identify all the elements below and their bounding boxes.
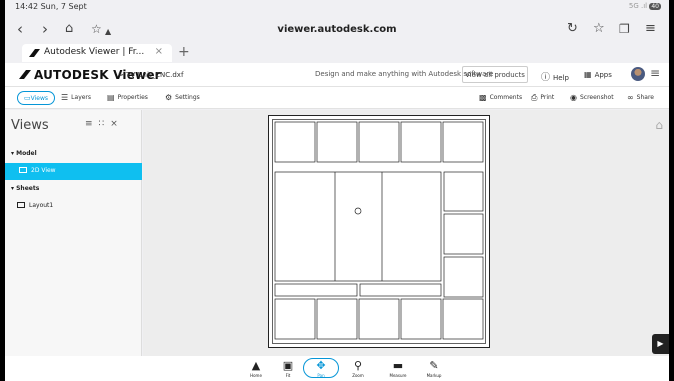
gear-icon: ⚙ — [165, 93, 173, 102]
drawing-canvas[interactable]: ⌂ — [143, 110, 669, 356]
pan-button[interactable]: ✥ Pan — [303, 358, 339, 378]
battery-icon: 40 — [649, 3, 661, 10]
ruler-icon: ▬ — [392, 359, 404, 372]
views-icon: ▭ — [24, 94, 31, 102]
status-bar: 14:42 Sun, 7 Sept 5G .ıl 40 — [5, 0, 669, 14]
measure-button[interactable]: ▬ Measure — [378, 359, 418, 378]
tree-item-layout1[interactable]: Layout1 — [17, 202, 53, 209]
close-icon[interactable]: × — [110, 119, 124, 129]
autodesk-tab-icon — [29, 49, 40, 57]
sheet-icon — [19, 167, 27, 173]
panel-tools: ≡∷× — [85, 119, 124, 129]
markup-button[interactable]: ✎ Markup — [414, 359, 454, 378]
settings-button[interactable]: ⚙ Settings — [165, 93, 200, 102]
megaphone-icon: ▶ — [657, 339, 664, 348]
browser-menu-icon[interactable]: ≡ — [645, 20, 656, 38]
pen-icon: ✎ — [429, 359, 439, 372]
views-panel: Views ≡∷× ▾ Model 2D View ▾ Sheets Layou… — [5, 110, 142, 356]
screen: 14:42 Sun, 7 Sept 5G .ıl 40 ‹ › ⌂ ☆ ▲ vi… — [5, 0, 669, 381]
fit-button[interactable]: ▣ Fit — [268, 359, 308, 378]
pan-icon: ✥ — [316, 359, 326, 372]
feedback-button[interactable]: ▶ — [652, 334, 669, 354]
home-icon: ▲ — [251, 359, 261, 372]
app-header: AUTODESK Viewer > TV Unit_CNC.dxf Design… — [5, 63, 669, 87]
avatar[interactable] — [631, 67, 645, 81]
autodesk-logo-icon — [19, 70, 31, 79]
navigation-toolbar: ▲ Home ▣ Fit ✥ Pan ⚲ Zoom ▬ Measure ✎ Markup — [5, 356, 669, 381]
apps-grid-icon: ▦ — [584, 70, 592, 79]
tree-item-model[interactable]: ▾ Model — [11, 150, 37, 157]
magnifier-icon: ⚲ — [353, 359, 363, 372]
link-icon: ∞ — [627, 93, 634, 102]
printer-icon: ⎙ — [531, 93, 538, 102]
print-button[interactable]: ⎙ Print — [531, 93, 554, 103]
new-tab-button[interactable]: + — [178, 44, 190, 60]
view-all-products-button[interactable]: View all products — [462, 66, 528, 83]
browser-url-bar: ‹ › ⌂ ☆ ▲ viewer.autodesk.com ↻ ☆ ❐ ≡ — [5, 18, 669, 42]
reload-icon[interactable]: ↻ — [567, 20, 578, 38]
sheet-icon — [17, 202, 25, 208]
viewer-toolbar: ▭Views ☰ Layers ▤ Properties ⚙ Settings ▩ Co… — [5, 87, 669, 109]
layers-button[interactable]: ☰ Layers — [61, 93, 91, 102]
properties-button[interactable]: ▤ Properties — [107, 93, 148, 102]
share-button[interactable]: ∞ Share — [627, 93, 654, 102]
tabs-icon[interactable]: ❐ — [619, 20, 630, 38]
status-signal: 5G .ıl 40 — [628, 2, 661, 10]
grid-view-icon[interactable]: ∷ — [99, 119, 111, 129]
fit-icon: ▣ — [282, 359, 294, 372]
tv-unit-drawing[interactable] — [268, 115, 490, 348]
screenshot-button[interactable]: ◉ Screenshot — [570, 93, 614, 102]
list-view-icon[interactable]: ≡ — [85, 119, 99, 129]
properties-icon: ▤ — [107, 93, 115, 102]
help-button[interactable]: ⓘ Help — [541, 70, 569, 83]
camera-icon: ◉ — [570, 93, 577, 102]
tab-close-icon[interactable]: × — [155, 46, 163, 57]
panel-title: Views — [11, 118, 49, 133]
apps-button[interactable]: ▦ Apps — [584, 70, 612, 79]
favorite-star-icon[interactable]: ☆ — [593, 20, 605, 38]
tree-item-sheets[interactable]: ▾ Sheets — [11, 185, 39, 192]
app-menu-icon[interactable]: ≡ — [650, 66, 660, 80]
comments-button[interactable]: ▩ Comments — [479, 93, 522, 102]
comment-icon: ▩ — [479, 93, 487, 102]
zoom-button[interactable]: ⚲ Zoom — [338, 359, 378, 378]
layers-icon: ☰ — [61, 93, 69, 102]
status-time: 14:42 Sun, 7 Sept — [15, 2, 87, 11]
browser-tab[interactable]: Autodesk Viewer | Fr... × — [22, 44, 172, 62]
browser-tab-bar: Autodesk Viewer | Fr... × + — [5, 43, 669, 63]
views-button[interactable]: ▭Views — [17, 91, 55, 105]
file-breadcrumb[interactable]: > TV Unit_CNC.dxf — [118, 71, 183, 79]
view-cube-home-icon[interactable]: ⌂ — [655, 118, 663, 132]
tree-item-2d-view[interactable]: 2D View — [5, 163, 142, 180]
tab-title: Autodesk Viewer | Fr... — [44, 47, 145, 57]
help-icon: ⓘ — [541, 73, 551, 83]
